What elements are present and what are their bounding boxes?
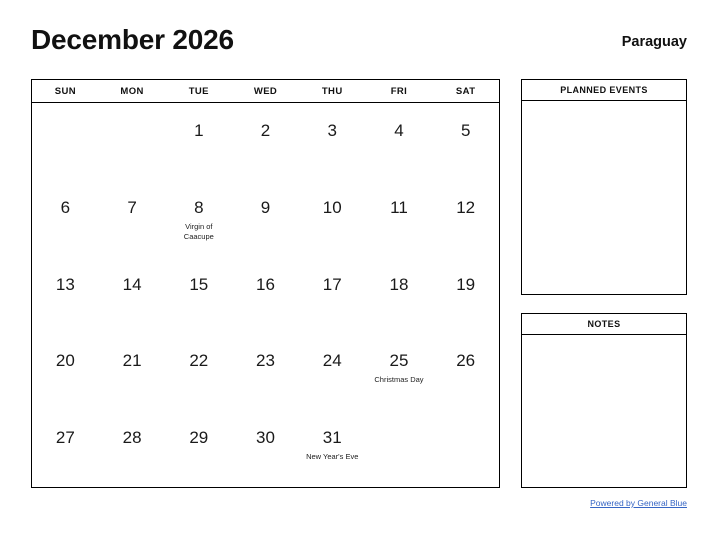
day-cell[interactable]: 9 [232,180,299,257]
day-cell[interactable]: 23 [232,333,299,410]
day-number: 17 [322,274,342,294]
weekday-header-mon: MON [120,85,144,97]
day-cell[interactable]: 31 New Year's Eve [299,410,366,487]
day-number: 22 [189,351,209,371]
day-event-label: New Year's Eve [306,452,359,462]
day-number: 27 [55,428,75,448]
day-number: 31 [322,428,342,448]
day-cell[interactable]: 24 [299,333,366,410]
day-cell[interactable]: 4 [366,103,433,180]
day-cell-empty [99,103,166,180]
day-number: 2 [260,121,271,140]
day-event-label: Christmas Day [374,375,424,385]
planned-events-panel: PLANNED EVENTS [521,79,687,295]
day-cell-empty [32,103,99,180]
day-number: 30 [256,428,275,448]
day-number: 8 [194,197,204,217]
weekday-header-fri: FRI [390,85,408,97]
day-cell[interactable]: 17 [299,257,366,334]
day-number: 13 [55,274,75,294]
day-cell[interactable]: 19 [432,257,499,334]
day-number: 29 [189,428,209,448]
week-row: 27 28 29 30 31 New Year's Eve [32,410,499,487]
day-cell[interactable]: 12 [432,180,499,257]
day-cell[interactable]: 27 [32,410,99,487]
day-number: 7 [127,197,137,217]
day-number: 28 [122,428,142,448]
page-title: December 2026 [31,24,234,55]
day-number: 15 [189,274,209,294]
day-cell-empty [432,410,499,487]
weekday-header-tue: TUE [188,85,209,97]
weekday-header-row: SUN MON TUE WED THU FRI SAT [32,80,499,103]
day-number: 11 [390,197,408,217]
calendar-grid: SUN MON TUE WED THU FRI SAT 1 2 3 4 5 6 7 8 Virgin of … [31,79,500,488]
page-header: December 2026 Paraguay [31,26,687,66]
day-number: 6 [60,197,71,217]
day-number: 5 [460,121,471,140]
day-number: 25 [389,351,409,371]
weekday-header-wed: WED [253,85,278,97]
day-cell[interactable]: 21 [99,333,166,410]
day-number: 10 [322,197,342,217]
day-number: 16 [256,274,275,294]
calendar-weeks: 1 2 3 4 5 6 7 8 Virgin of Caacupe 9 10 11 12 13 14 15 16… [32,103,499,487]
day-event-label: Virgin of Caacupe [183,221,214,241]
day-cell[interactable]: 15 [165,257,232,334]
day-cell[interactable]: 6 [32,180,99,257]
notes-title: NOTES [522,314,686,335]
day-cell[interactable]: 26 [432,333,499,410]
day-cell[interactable]: 28 [99,410,166,487]
day-cell[interactable]: 2 [232,103,299,180]
day-cell[interactable]: 20 [32,333,99,410]
day-number: 12 [456,197,476,217]
day-cell[interactable]: 8 Virgin of Caacupe [165,180,232,257]
powered-by-link[interactable]: Powered by General Blue [500,498,687,508]
day-cell[interactable]: 5 [432,103,499,180]
weekday-header-sun: SUN [54,85,76,97]
day-number: 1 [194,121,204,140]
day-cell[interactable]: 10 [299,180,366,257]
day-cell[interactable]: 29 [165,410,232,487]
day-number: 9 [260,197,271,217]
week-row: 20 21 22 23 24 25 Christmas Day 26 [32,333,499,410]
day-number: 3 [327,121,337,140]
weekday-header-sat: SAT [455,85,476,97]
day-cell[interactable]: 18 [366,257,433,334]
day-number: 19 [456,274,476,294]
day-cell[interactable]: 1 [165,103,232,180]
day-cell[interactable]: 16 [232,257,299,334]
day-cell[interactable]: 30 [232,410,299,487]
day-number: 26 [456,351,476,371]
day-number: 18 [389,274,409,294]
day-number: 21 [122,351,142,371]
notes-panel: NOTES [521,313,687,488]
planned-events-title: PLANNED EVENTS [522,80,686,101]
week-row: 6 7 8 Virgin of Caacupe 9 10 11 12 [32,180,499,257]
day-cell[interactable]: 25 Christmas Day [366,333,433,410]
weekday-header-thu: THU [321,85,343,97]
day-number: 24 [322,351,342,371]
day-cell[interactable]: 11 [366,180,433,257]
day-cell[interactable]: 7 [99,180,166,257]
week-row: 13 14 15 16 17 18 19 [32,257,499,334]
day-cell[interactable]: 3 [299,103,366,180]
day-cell-empty [366,410,433,487]
day-cell[interactable]: 14 [99,257,166,334]
day-number: 20 [55,351,75,371]
day-number: 4 [394,121,404,140]
day-number: 14 [122,274,142,294]
planned-events-body[interactable] [522,101,686,294]
country-label: Paraguay [621,34,687,50]
day-cell[interactable]: 22 [165,333,232,410]
day-cell[interactable]: 13 [32,257,99,334]
day-number: 23 [256,351,275,371]
week-row: 1 2 3 4 5 [32,103,499,180]
notes-body[interactable] [522,335,686,487]
